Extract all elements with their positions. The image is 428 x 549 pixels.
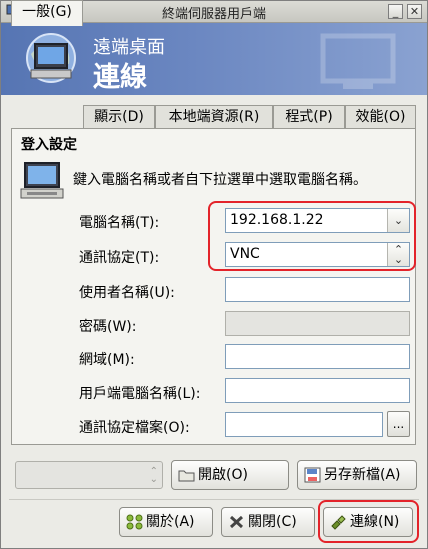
- tab-general[interactable]: 一般(G): [11, 0, 83, 26]
- open-button-label: 開啟(O): [198, 467, 248, 483]
- about-button[interactable]: 關於(A): [119, 507, 213, 537]
- close-icon: [229, 515, 244, 529]
- about-icon: [126, 514, 143, 530]
- close-button-label: 關閉(C): [248, 514, 297, 530]
- protocol-label: 通訊協定(T):: [79, 250, 160, 266]
- terminal-server-client-window: 終端伺服器用戶端 _ ✕ 遠端桌面 連線 一般(G) 顯示(D) 本地端資源(R…: [0, 0, 428, 549]
- highlight-annotation: [318, 500, 419, 543]
- browse-button[interactable]: ...: [387, 411, 410, 437]
- tab-programs-label: 程式(P): [285, 109, 333, 125]
- domain-input[interactable]: [225, 344, 410, 369]
- tab-performance-label: 效能(O): [355, 109, 406, 125]
- tab-local-resources[interactable]: 本地端資源(R): [155, 105, 273, 129]
- protocol-file-label: 通訊協定檔案(O):: [79, 420, 190, 436]
- highlight-annotation: [208, 201, 416, 271]
- open-button[interactable]: 開啟(O): [171, 460, 289, 490]
- password-label: 密碼(W):: [79, 319, 137, 335]
- watermark-monitor-icon: [320, 33, 396, 89]
- save-file-icon: [304, 467, 321, 483]
- save-as-button[interactable]: 另存新檔(A): [297, 460, 417, 490]
- save-as-button-label: 另存新檔(A): [324, 467, 401, 483]
- tab-display-label: 顯示(D): [94, 109, 144, 125]
- close-button[interactable]: 關閉(C): [221, 507, 315, 537]
- tab-performance[interactable]: 效能(O): [345, 105, 416, 129]
- updown-arrows-icon: ⌃ ⌄: [149, 466, 158, 485]
- tab-display[interactable]: 顯示(D): [83, 105, 155, 129]
- banner-title: 連線: [93, 62, 147, 93]
- computer-label: 電腦名稱(T):: [79, 215, 160, 231]
- close-window-button[interactable]: ✕: [407, 4, 422, 19]
- folder-icon: [178, 470, 195, 482]
- protocol-file-input[interactable]: [225, 412, 383, 437]
- remote-desktop-icon: [26, 33, 76, 83]
- domain-label: 網域(M):: [79, 352, 135, 368]
- minimize-button[interactable]: _: [388, 4, 403, 19]
- client-computer-label: 用戶端電腦名稱(L):: [79, 386, 201, 402]
- password-input: [225, 311, 410, 336]
- saved-connections-combo: ⌃ ⌄: [15, 461, 163, 489]
- banner: 遠端桌面 連線: [1, 23, 427, 95]
- username-label: 使用者名稱(U):: [79, 285, 175, 301]
- login-settings-title: 登入設定: [21, 137, 77, 153]
- tab-programs[interactable]: 程式(P): [273, 105, 345, 129]
- tab-general-label: 一般(G): [22, 4, 72, 20]
- computer-icon: [20, 162, 64, 199]
- tab-local-resources-label: 本地端資源(R): [168, 109, 260, 125]
- login-instruction: 鍵入電腦名稱或者自下拉選單中選取電腦名稱。: [73, 172, 367, 188]
- username-input[interactable]: [225, 277, 410, 302]
- client-computer-input[interactable]: [225, 378, 410, 403]
- about-button-label: 關於(A): [146, 514, 195, 530]
